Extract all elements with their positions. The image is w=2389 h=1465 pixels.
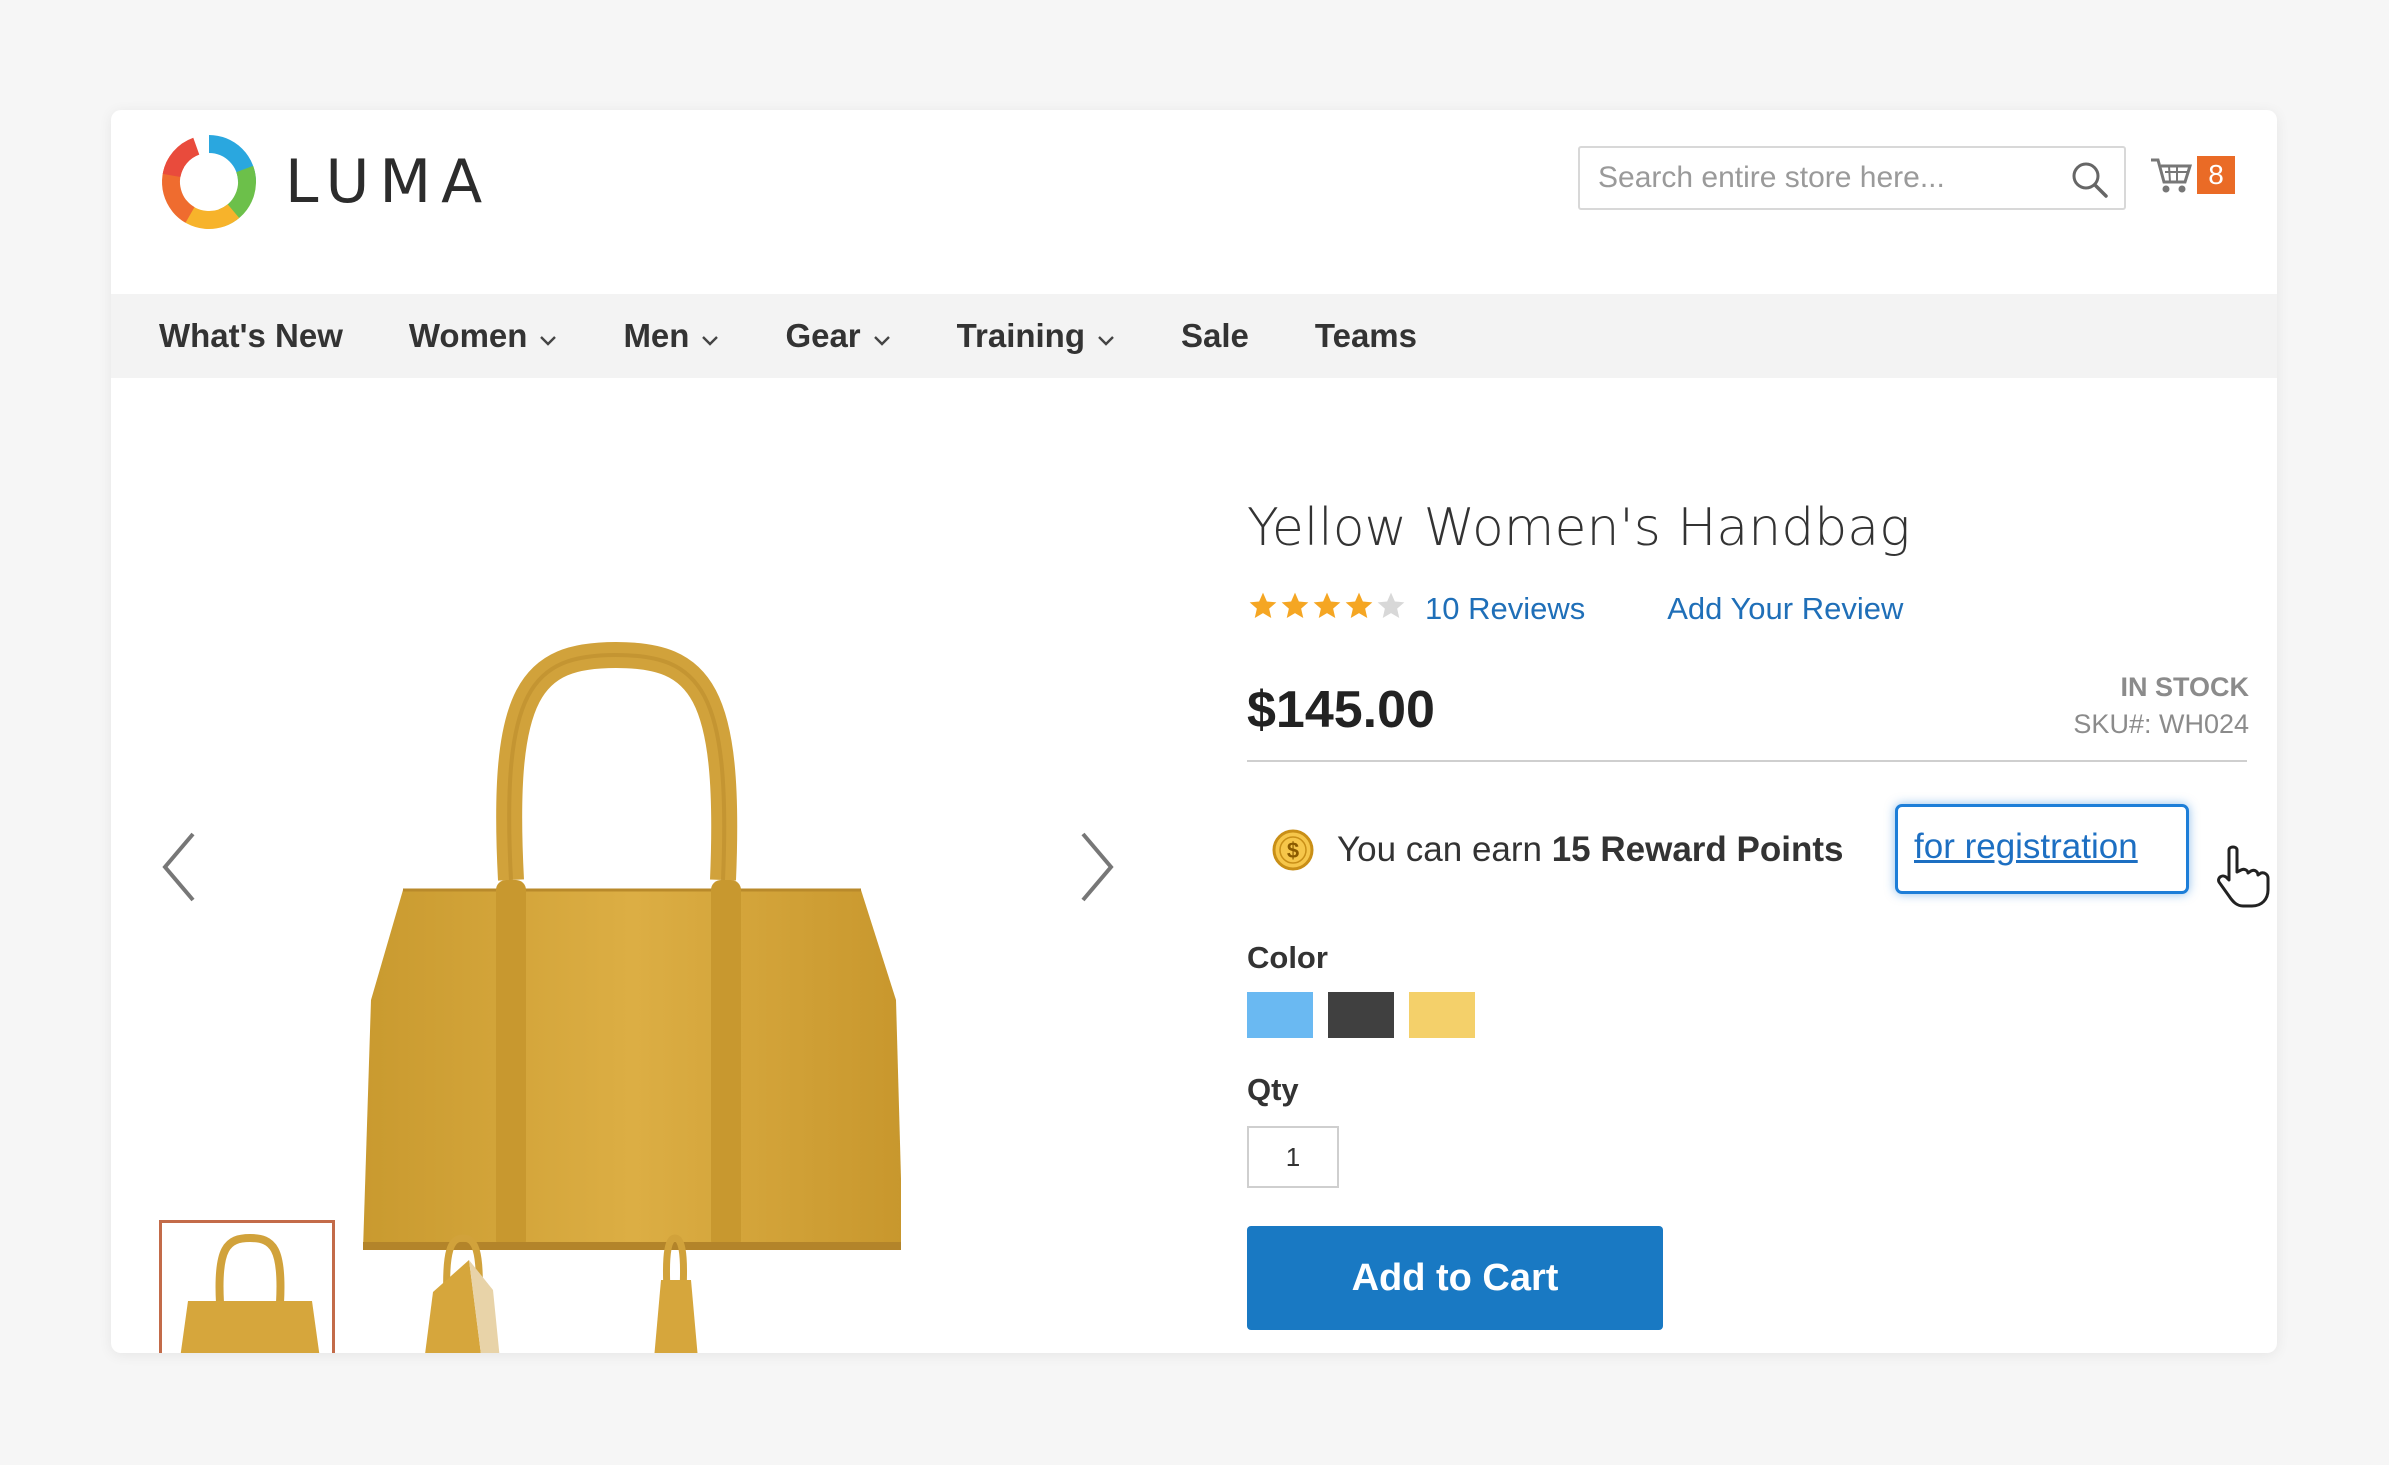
reward-points: 15 Reward Points xyxy=(1551,830,1844,869)
chevron-down-icon xyxy=(1097,317,1115,355)
nav-item-label: Gear xyxy=(785,317,861,354)
store-logo[interactable]: LUMA xyxy=(161,134,492,230)
qty-input[interactable] xyxy=(1247,1126,1339,1188)
registration-link[interactable]: for registration xyxy=(1914,827,2138,867)
color-swatch[interactable] xyxy=(1409,992,1475,1038)
nav-item[interactable]: Gear xyxy=(785,317,890,355)
star-icon xyxy=(1279,590,1311,627)
thumbnail-angle[interactable] xyxy=(371,1220,547,1353)
color-label: Color xyxy=(1247,940,1328,975)
star-icon xyxy=(1247,590,1279,627)
search-box xyxy=(1578,146,2126,210)
chevron-down-icon xyxy=(873,317,891,355)
minicart[interactable]: 8 xyxy=(2149,150,2239,200)
add-to-cart-button[interactable]: Add to Cart xyxy=(1247,1226,1663,1330)
chevron-down-icon xyxy=(701,317,719,355)
chevron-down-icon xyxy=(539,317,557,355)
cart-icon xyxy=(2151,158,2193,193)
svg-text:$: $ xyxy=(1287,838,1299,863)
rating-stars xyxy=(1247,590,1407,627)
product-sku: SKU#: WH024 xyxy=(2073,709,2249,739)
nav-item[interactable]: Men xyxy=(623,317,719,355)
nav-item[interactable]: Sale xyxy=(1181,317,1249,355)
nav-item[interactable]: Training xyxy=(957,317,1115,355)
gallery-prev-arrow-icon[interactable] xyxy=(159,830,199,909)
gallery-next-arrow-icon[interactable] xyxy=(1077,830,1117,909)
star-icon xyxy=(1343,590,1375,627)
nav-item-label: Women xyxy=(408,317,528,354)
thumbnail-front[interactable] xyxy=(159,1220,335,1353)
nav-item[interactable]: What's New xyxy=(159,317,343,355)
color-swatches xyxy=(1247,992,1490,1038)
add-review-link[interactable]: Add Your Review xyxy=(1667,591,1903,627)
coin-icon: $ xyxy=(1272,829,1314,871)
product-price: $145.00 xyxy=(1247,681,1435,739)
color-swatch[interactable] xyxy=(1247,992,1313,1038)
star-icon xyxy=(1375,590,1407,627)
color-swatch[interactable] xyxy=(1328,992,1394,1038)
thumbnail-side[interactable] xyxy=(583,1220,759,1353)
store-page: LUMA 8 What's New Women Men Gear Training Sal… xyxy=(111,110,2277,1353)
product-rating: 10 Reviews Add Your Review xyxy=(1247,590,1903,627)
reviews-link[interactable]: 10 Reviews xyxy=(1425,591,1585,627)
gallery-thumbnails xyxy=(159,1220,795,1353)
handbag-image xyxy=(363,641,903,1250)
search-icon[interactable] xyxy=(2070,160,2110,205)
stock-info: IN STOCK SKU#: WH024 xyxy=(2073,672,2249,740)
product-main-image[interactable] xyxy=(361,530,903,1255)
hand-cursor-icon xyxy=(2215,844,2273,913)
luma-logo-icon xyxy=(162,135,256,229)
nav-item-label: Training xyxy=(956,317,1085,354)
nav-item[interactable]: Women xyxy=(409,317,558,355)
brand-name: LUMA xyxy=(285,147,493,217)
reward-text: You can earn 15 Reward Points xyxy=(1337,830,1843,870)
nav-item-label: What's New xyxy=(159,317,343,354)
main-navigation: What's New Women Men Gear Training Sale Teams xyxy=(111,294,2277,378)
cart-count-badge: 8 xyxy=(2197,156,2235,194)
stock-status: IN STOCK xyxy=(2120,672,2249,702)
search-input[interactable] xyxy=(1580,148,2068,208)
reward-link-highlight: for registration xyxy=(1895,804,2189,894)
divider xyxy=(1247,760,2247,762)
qty-label: Qty xyxy=(1247,1072,1299,1107)
star-icon xyxy=(1311,590,1343,627)
nav-item-label: Men xyxy=(623,317,690,354)
reward-prefix: You can earn xyxy=(1337,830,1552,869)
reward-points-message: $ You can earn 15 Reward Points xyxy=(1271,828,1843,872)
nav-item[interactable]: Teams xyxy=(1315,317,1417,355)
nav-item-label: Teams xyxy=(1314,317,1418,354)
nav-item-label: Sale xyxy=(1181,317,1249,354)
product-title: Yellow Women's Handbag xyxy=(1247,498,1911,558)
